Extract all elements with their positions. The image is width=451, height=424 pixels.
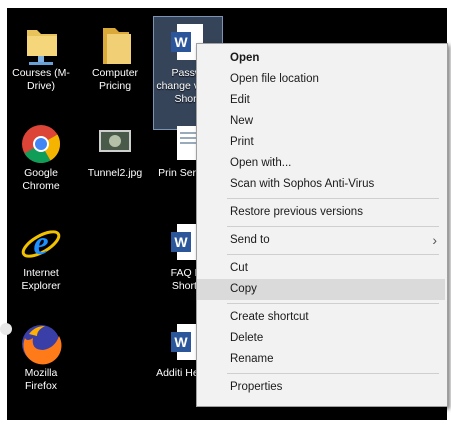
svg-text:W: W xyxy=(174,234,188,250)
icon-label: Mozilla Firefox xyxy=(24,367,58,392)
svg-text:W: W xyxy=(174,334,188,350)
icon-label: Tunnel2.jpg xyxy=(87,167,143,179)
menu-item-delete[interactable]: Delete xyxy=(197,328,445,349)
menu-item-scan-sophos[interactable]: Scan with Sophos Anti-Virus xyxy=(197,174,445,195)
menu-item-label: Create shortcut xyxy=(230,311,309,323)
firefox-icon xyxy=(19,320,63,365)
menu-item-label: Open with... xyxy=(230,157,292,169)
menu-item-copy[interactable]: Copy xyxy=(197,279,445,300)
desktop-icon-computer-pricing[interactable]: Computer Pricing xyxy=(84,20,146,93)
menu-item-label: New xyxy=(230,115,254,127)
svg-text:W: W xyxy=(174,34,188,50)
menu-separator xyxy=(227,373,439,374)
menu-item-new[interactable]: New xyxy=(197,111,445,132)
menu-item-rename[interactable]: Rename xyxy=(197,349,445,370)
desktop-icon-tunnel[interactable]: Tunnel2.jpg xyxy=(84,120,146,180)
menu-item-label: Print xyxy=(230,136,254,148)
menu-item-cut[interactable]: Cut xyxy=(197,258,445,279)
menu-item-label: Copy xyxy=(230,283,257,295)
menu-item-send-to[interactable]: Send to › xyxy=(197,230,445,251)
icon-label: Google Chrome xyxy=(22,167,60,192)
chevron-right-icon: › xyxy=(432,232,437,248)
icon-label: Courses (M-Drive) xyxy=(12,67,70,92)
cursor-dot xyxy=(0,323,12,335)
network-folder-icon xyxy=(19,20,63,65)
desktop-icon-courses[interactable]: Courses (M-Drive) xyxy=(10,20,72,93)
menu-item-properties[interactable]: Properties xyxy=(197,377,445,398)
menu-item-open-file-location[interactable]: Open file location xyxy=(197,69,445,90)
menu-separator xyxy=(227,226,439,227)
chrome-icon xyxy=(19,120,63,164)
menu-separator xyxy=(227,303,439,304)
context-menu: Open Open file location Edit New Print O… xyxy=(196,43,448,407)
image-thumbnail-icon xyxy=(93,120,137,164)
menu-item-label: Scan with Sophos Anti-Virus xyxy=(230,178,375,190)
menu-separator xyxy=(227,198,439,199)
menu-item-label: Rename xyxy=(230,353,274,365)
icon-label: Computer Pricing xyxy=(91,67,139,92)
internet-explorer-icon: e xyxy=(19,220,63,264)
menu-item-edit[interactable]: Edit xyxy=(197,90,445,111)
menu-item-open-with[interactable]: Open with... xyxy=(197,153,445,174)
menu-item-open[interactable]: Open xyxy=(197,48,445,69)
menu-item-label: Send to xyxy=(230,234,270,246)
menu-item-label: Open xyxy=(230,52,260,64)
desktop-icon-firefox[interactable]: Mozilla Firefox xyxy=(10,320,72,393)
menu-item-label: Open file location xyxy=(230,73,319,85)
desktop-icon-internet-explorer[interactable]: e Internet Explorer xyxy=(10,220,72,293)
menu-separator xyxy=(227,254,439,255)
folder-icon xyxy=(93,20,137,64)
desktop-icon-google-chrome[interactable]: Google Chrome xyxy=(10,120,72,193)
svg-text:e: e xyxy=(33,225,48,262)
menu-item-label: Cut xyxy=(230,262,248,274)
menu-item-label: Properties xyxy=(230,381,283,393)
menu-item-label: Delete xyxy=(230,332,264,344)
menu-item-label: Restore previous versions xyxy=(230,206,363,218)
menu-item-print[interactable]: Print xyxy=(197,132,445,153)
menu-item-restore-previous-versions[interactable]: Restore previous versions xyxy=(197,202,445,223)
menu-item-label: Edit xyxy=(230,94,250,106)
menu-item-create-shortcut[interactable]: Create shortcut xyxy=(197,307,445,328)
icon-label: Internet Explorer xyxy=(21,267,61,292)
